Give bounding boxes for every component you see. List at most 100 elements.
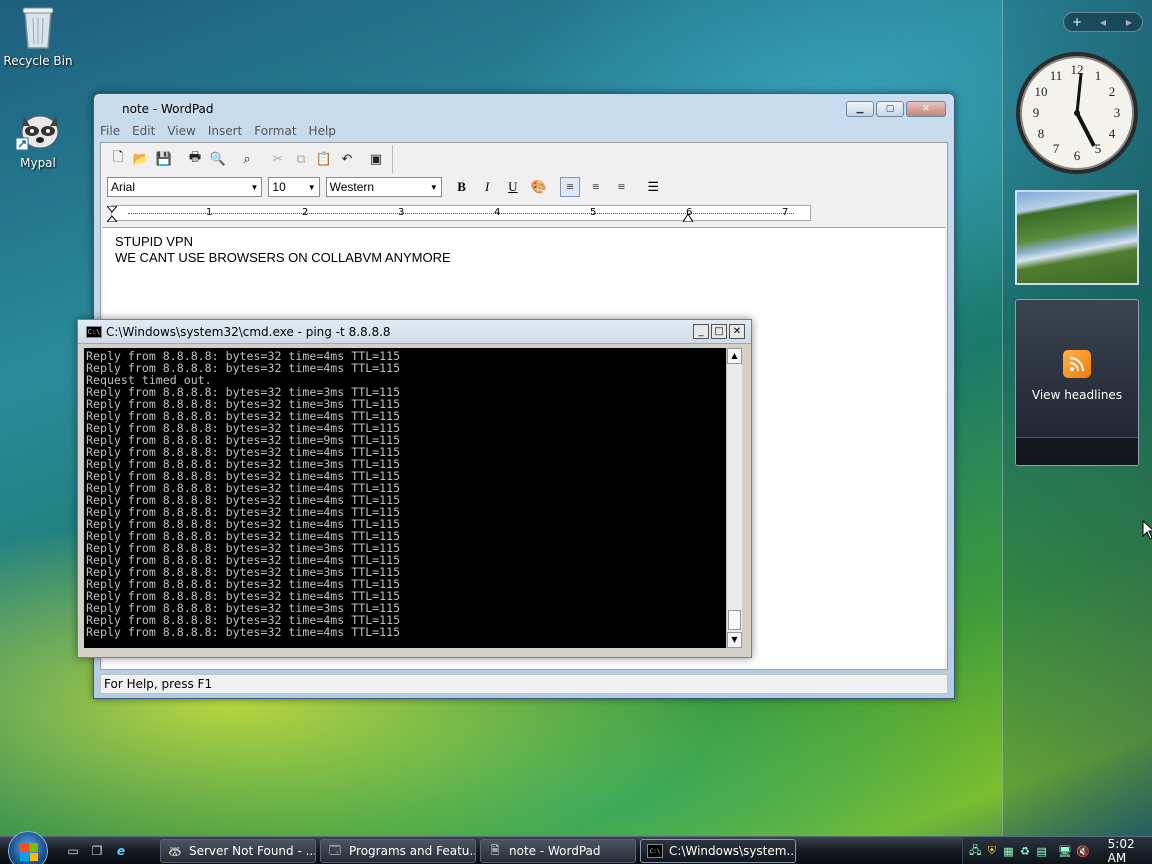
console-scrollbar[interactable]: ▲ ▼: [726, 348, 742, 648]
paste-icon[interactable]: 📋: [315, 150, 333, 168]
maximize-button[interactable]: □: [711, 324, 727, 339]
network-connection-icon[interactable]: 🖥: [1058, 844, 1072, 858]
menu-insert[interactable]: Insert: [208, 124, 242, 142]
console-output[interactable]: Reply from 8.8.8.8: bytes=32 time=4ms TT…: [84, 348, 726, 648]
show-desktop-icon[interactable]: ▭: [64, 842, 82, 860]
cmd-window[interactable]: C:\ C:\Windows\system32\cmd.exe - ping -…: [77, 319, 752, 658]
menu-help[interactable]: Help: [309, 124, 336, 142]
new-document-icon[interactable]: 🗋: [109, 150, 127, 168]
console-text: Reply from 8.8.8.8: bytes=32 time=4ms TT…: [86, 349, 401, 639]
save-icon[interactable]: 💾: [155, 150, 173, 168]
view-headlines-link[interactable]: View headlines: [1016, 388, 1138, 402]
add-gadget-button[interactable]: +: [1064, 15, 1090, 29]
prev-gadget-button[interactable]: ◀: [1090, 18, 1116, 27]
print-preview-icon[interactable]: 🔍: [209, 150, 227, 168]
start-button[interactable]: [8, 831, 48, 864]
system-tray: 🖧 ⛨ ▦ ♻ ▤ 🖥 🔇 5:02 AM: [962, 837, 1152, 864]
font-select-value: Arial: [111, 180, 136, 194]
close-button[interactable]: ✕: [729, 324, 745, 339]
maximize-button[interactable]: ▢: [876, 101, 904, 117]
task-label: Programs and Featu...: [349, 844, 476, 858]
volume-muted-icon[interactable]: 🔇: [1076, 844, 1090, 858]
desktop-icon-label: Recycle Bin: [3, 54, 73, 68]
scroll-down-button[interactable]: ▼: [727, 632, 742, 648]
desktop-icon-label: Mypal: [20, 156, 56, 170]
cmd-icon: C:\: [86, 325, 102, 338]
menu-edit[interactable]: Edit: [132, 124, 155, 142]
ruler-number: 2: [302, 207, 309, 218]
tray-app-icon[interactable]: ▦: [1002, 844, 1015, 858]
tray-app-icon[interactable]: ▤: [1035, 844, 1048, 858]
svg-text:8: 8: [1038, 126, 1045, 141]
bullets-button[interactable]: ☰: [643, 177, 663, 197]
svg-text:10: 10: [1035, 84, 1048, 99]
close-button[interactable]: ✕: [906, 101, 946, 117]
underline-button[interactable]: U: [503, 177, 523, 197]
scroll-thumb[interactable]: [728, 610, 741, 630]
menu-view[interactable]: View: [167, 124, 195, 142]
cmd-icon: C:\: [647, 844, 663, 858]
svg-text:1: 1: [1095, 68, 1102, 83]
script-value: Western: [329, 180, 375, 194]
find-binoculars-icon[interactable]: ⌕: [238, 150, 256, 168]
wordpad-titlebar[interactable]: note - WordPad: [94, 94, 954, 124]
status-bar: For Help, press F1: [100, 674, 948, 694]
slideshow-gadget[interactable]: [1015, 190, 1139, 285]
align-left-button[interactable]: ≡: [560, 177, 581, 197]
wordpad-icon: 🗎: [490, 843, 500, 857]
security-shield-icon[interactable]: ⛨: [986, 844, 999, 858]
svg-text:2: 2: [1109, 84, 1116, 99]
undo-icon[interactable]: ↶: [338, 150, 356, 168]
task-label: C:\Windows\system...: [669, 844, 796, 858]
cmd-titlebar[interactable]: C:\ C:\Windows\system32\cmd.exe - ping -…: [78, 320, 751, 344]
menu-format[interactable]: Format: [254, 124, 296, 142]
minimize-button[interactable]: _: [693, 324, 709, 339]
clock-time[interactable]: 5:02 AM: [1108, 837, 1152, 864]
desktop-icon-recycle-bin[interactable]: Recycle Bin: [0, 4, 76, 68]
menu-file[interactable]: File: [100, 124, 120, 142]
tray-app-icon[interactable]: ♻: [1019, 844, 1032, 858]
control-panel-icon: 🗔: [329, 843, 341, 857]
scroll-up-button[interactable]: ▲: [727, 348, 742, 364]
ruler[interactable]: 1 2 3 4 5 6 7: [107, 205, 811, 222]
bold-button[interactable]: B: [452, 177, 472, 197]
standard-toolbar: 🗋 📂 💾 🖶 🔍 ⌕ ✂ ⧉ 📋 ↶ ▣: [103, 145, 393, 173]
copy-icon[interactable]: ⧉: [292, 150, 310, 168]
task-programs-features[interactable]: 🗔 Programs and Featu...: [320, 839, 476, 863]
wordpad-menubar: File Edit View Insert Format Help: [100, 124, 336, 142]
ruler-number: 1: [206, 207, 213, 218]
print-icon[interactable]: 🖶: [186, 150, 204, 168]
insert-object-icon[interactable]: ▣: [367, 150, 385, 168]
italic-button[interactable]: I: [477, 177, 497, 197]
script-select[interactable]: Western ▼: [325, 177, 442, 197]
task-browser[interactable]: 🦝 Server Not Found - ...: [160, 839, 316, 863]
windows-logo-icon: [20, 843, 38, 861]
chevron-down-icon: ▼: [429, 182, 438, 192]
align-right-button[interactable]: ≡: [612, 177, 632, 197]
open-folder-icon[interactable]: 📂: [132, 150, 150, 168]
feed-headlines-gadget[interactable]: View headlines: [1015, 299, 1139, 466]
sidebar-controls: + ◀ ▶: [1063, 12, 1143, 32]
right-indent-marker[interactable]: [683, 212, 693, 222]
chevron-down-icon: ▼: [307, 182, 316, 192]
left-indent-marker[interactable]: [107, 206, 117, 222]
task-cmd[interactable]: C:\ C:\Windows\system...: [640, 839, 796, 863]
ruler-number: 5: [590, 207, 597, 218]
align-center-button[interactable]: ≡: [586, 177, 606, 197]
font-select[interactable]: Arial ▼: [107, 177, 263, 197]
font-size-select[interactable]: 10 ▼: [268, 177, 320, 197]
minimize-button[interactable]: ▁: [846, 101, 874, 117]
network-icon[interactable]: 🖧: [969, 844, 982, 858]
switch-windows-icon[interactable]: ❐: [88, 842, 106, 860]
desktop-icon-mypal[interactable]: Mypal: [0, 108, 76, 170]
close-icon: ✕: [922, 104, 930, 114]
cut-icon[interactable]: ✂: [269, 150, 287, 168]
internet-explorer-icon[interactable]: e: [112, 842, 130, 860]
minimize-icon: _: [698, 326, 704, 337]
clock-gadget[interactable]: 12 12 345 678 91011: [1014, 50, 1140, 176]
next-gadget-button[interactable]: ▶: [1116, 18, 1142, 27]
color-palette-icon[interactable]: 🎨: [529, 177, 549, 197]
task-wordpad[interactable]: 🗎 note - WordPad: [480, 839, 636, 863]
svg-text:6: 6: [1074, 148, 1081, 163]
close-icon: ✕: [732, 326, 742, 337]
